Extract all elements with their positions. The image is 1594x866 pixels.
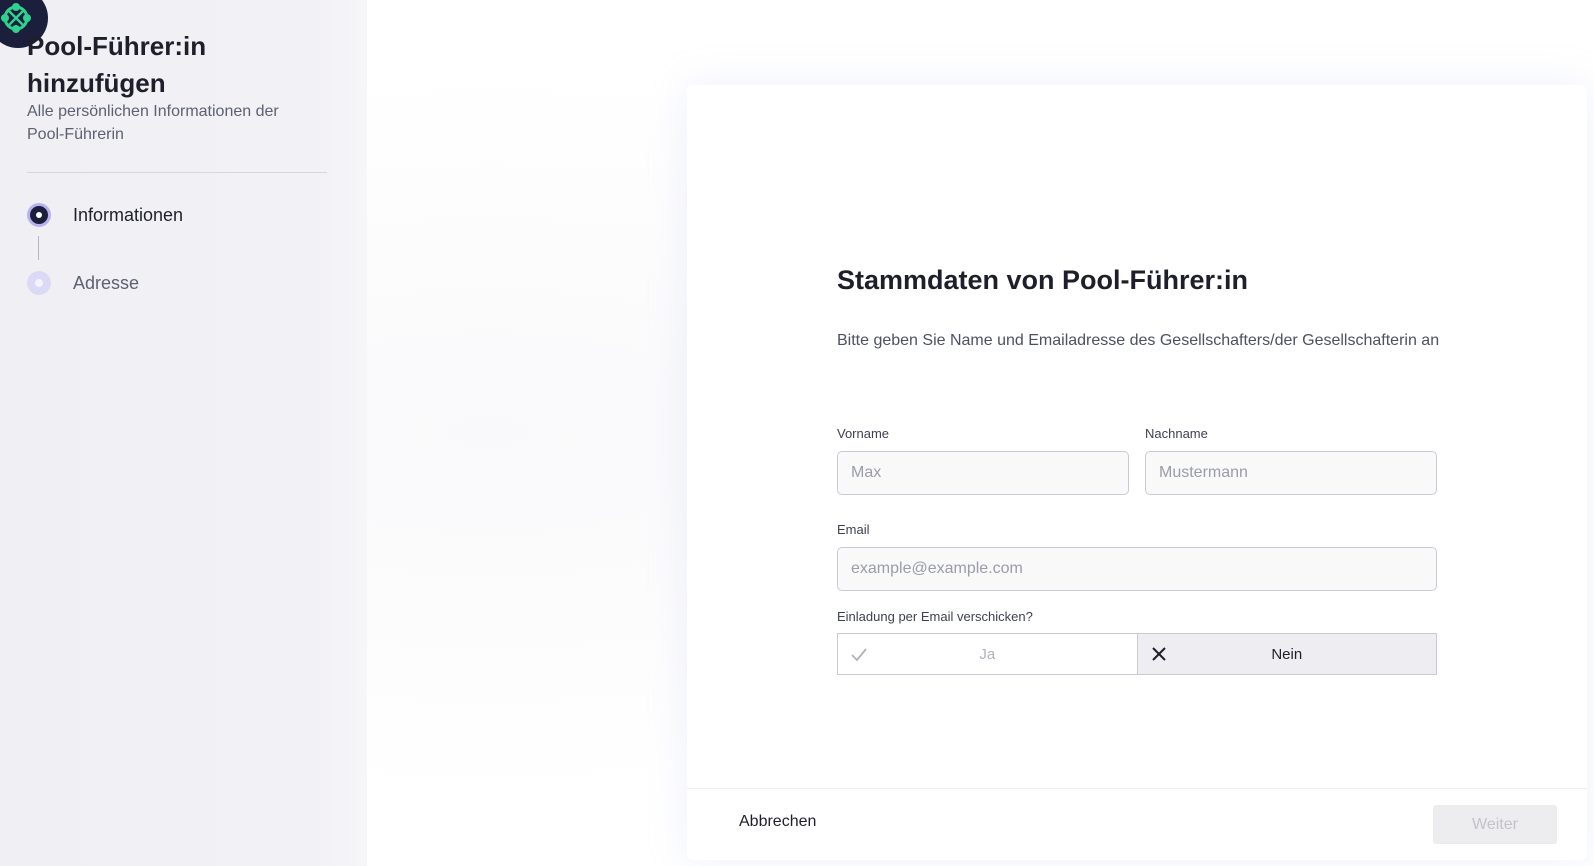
first-name-input[interactable] xyxy=(837,451,1129,495)
page-title: Pool-Führer:in hinzufügen xyxy=(27,31,207,98)
step-adresse[interactable]: Adresse xyxy=(27,270,139,296)
form-title: Stammdaten von Pool-Führer:in xyxy=(837,265,1249,295)
close-icon xyxy=(1151,647,1166,661)
email-input[interactable] xyxy=(837,547,1437,591)
next-button[interactable]: Weiter xyxy=(1433,805,1557,844)
sidebar: Pool-Führer:in hinzufügen Alle persönlic… xyxy=(0,0,367,866)
invite-yes-label: Ja xyxy=(979,645,996,663)
step-informationen[interactable]: Informationen xyxy=(27,202,183,228)
invite-yes-option[interactable]: Ja xyxy=(838,634,1137,674)
invite-toggle: Ja Nein xyxy=(837,633,1437,675)
step-connector xyxy=(38,236,39,260)
step-label: Adresse xyxy=(73,272,140,293)
last-name-label: Nachname xyxy=(1145,426,1208,441)
invite-no-label: Nein xyxy=(1271,645,1303,663)
card-footer: Abbrechen Weiter xyxy=(687,788,1587,861)
email-label: Email xyxy=(837,522,870,537)
cancel-button[interactable]: Abbrechen xyxy=(739,813,816,831)
invite-label: Einladung per Email verschicken? xyxy=(837,609,1033,624)
check-icon xyxy=(851,648,867,662)
page: Pool-Führer:in hinzufügen Alle persönlic… xyxy=(0,0,1594,866)
form-card: Stammdaten von Pool-Führer:in Bitte gebe… xyxy=(687,85,1587,860)
step-label: Informationen xyxy=(73,204,184,225)
step-active-icon xyxy=(27,203,51,227)
sidebar-divider xyxy=(27,172,327,173)
page-subtitle: Alle persönlichen Informationen der Pool… xyxy=(27,103,279,143)
last-name-input[interactable] xyxy=(1145,451,1437,495)
invite-no-option[interactable]: Nein xyxy=(1136,634,1436,674)
first-name-label: Vorname xyxy=(837,426,890,441)
form-description: Bitte geben Sie Name und Emailadresse de… xyxy=(837,332,1440,349)
step-inactive-icon xyxy=(27,271,51,295)
